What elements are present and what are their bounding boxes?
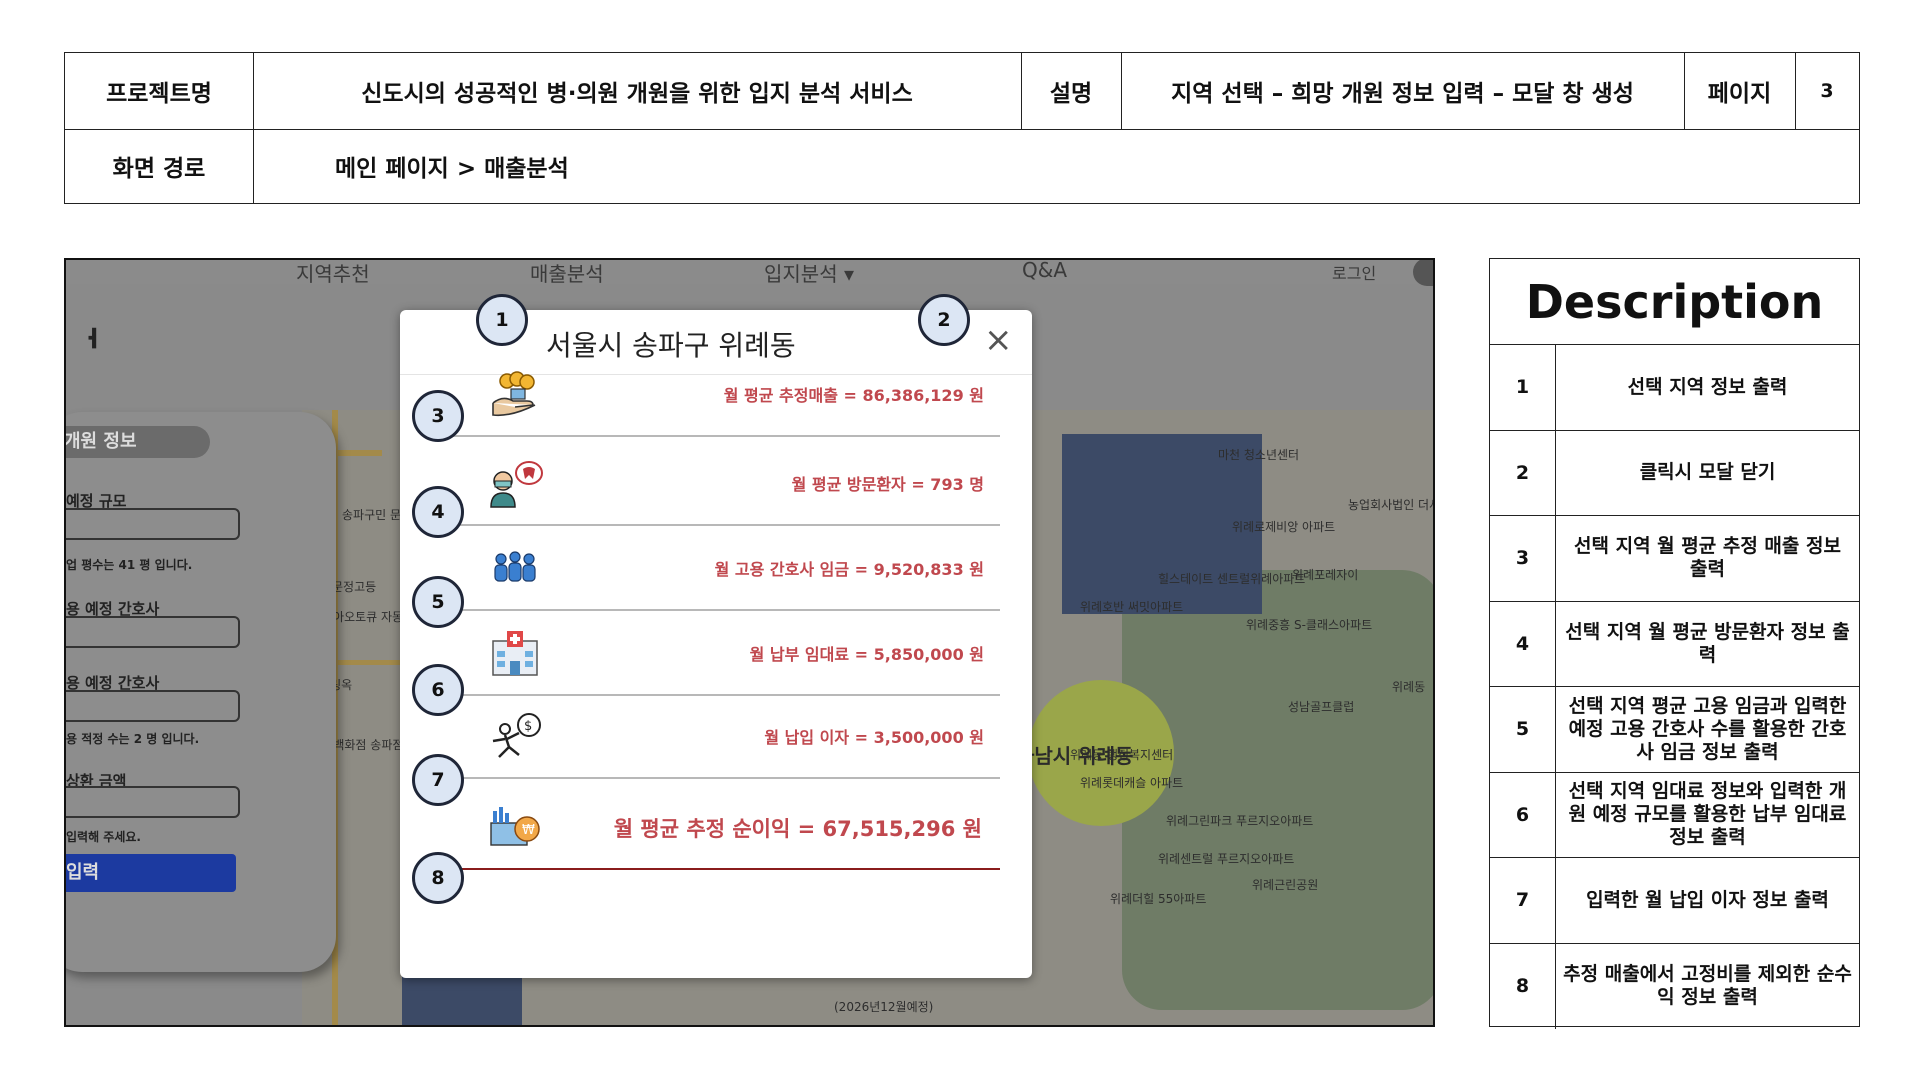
net-profit-value: 월 평균 추정 순이익 = 67,515,296 원 [613, 817, 982, 841]
description-text: 선택 지역 평균 고용 임금과 입력한 예정 고용 간호사 수를 활용한 간호사… [1568, 694, 1847, 763]
opening-info-panel: 개원 정보 예정 규모 업 평수는 41 평 입니다. 용 예정 간호사 용 예… [66, 412, 336, 972]
description-row: 7 입력한 월 납입 이자 정보 출력 [1490, 858, 1859, 944]
page-label: 페이지 [1707, 81, 1772, 107]
modal-row-sales: 월 평균 추정매출 = 86,386,129 원 [434, 346, 1000, 437]
map-label: 위례로제비앙 아파트 [1232, 520, 1336, 534]
map-label: 농업회사법인 더사계 [1348, 498, 1433, 512]
description-num: 6 [1490, 772, 1556, 857]
description-row: 6 선택 지역 임대료 정보와 입력한 개원 예정 규모를 활용한 납부 임대료 … [1490, 772, 1859, 858]
map-label: 위례동 [1392, 680, 1426, 694]
description-row: 2 클릭시 모달 닫기 [1490, 430, 1859, 516]
path-label: 화면 경로 [112, 156, 206, 182]
patients-value: 월 평균 방문환자 = 793 명 [791, 475, 984, 494]
description-text: 선택 지역 정보 출력 [1627, 375, 1788, 398]
nav-qna[interactable]: Q&A [1022, 260, 1067, 282]
badge-3: 3 [412, 390, 464, 442]
repayment-input[interactable] [66, 786, 240, 818]
badge-7: 7 [412, 754, 464, 806]
svg-text:₩: ₩ [522, 823, 535, 838]
map-label: 문정고등 [332, 580, 377, 594]
desc-label: 설명 [1049, 81, 1093, 107]
map-label: 위례동 행정복지센터 [1070, 748, 1174, 762]
nurse-hint: 용 적정 수는 2 명 입니다. [66, 732, 200, 746]
repayment-hint: 입력해 주세요. [66, 830, 141, 844]
scale-hint: 업 평수는 41 평 입니다. [66, 558, 193, 572]
modal-row-rent: 월 납부 임대료 = 5,850,000 원 [434, 605, 1000, 696]
description-row: 3 선택 지역 월 평균 추정 매출 정보 출력 [1490, 516, 1859, 602]
profit-icon: ₩ [484, 803, 546, 853]
background-page-title: ᅥ [66, 325, 101, 369]
nurse-input[interactable] [66, 616, 240, 648]
map-label: 위례롯데캐슬 아파트 [1080, 776, 1184, 790]
nurse-input-2[interactable] [66, 690, 240, 722]
doctor-icon [484, 459, 546, 509]
description-row: 5 선택 지역 평균 고용 임금과 입력한 예정 고용 간호사 수를 활용한 간호… [1490, 687, 1859, 773]
modal-row-interest: $ 월 납입 이자 = 3,500,000 원 [434, 688, 1000, 779]
rent-value: 월 납부 임대료 = 5,850,000 원 [749, 645, 984, 664]
map-label: 마천 청소년센터 [1218, 448, 1300, 462]
panel-title: 개원 정보 [66, 426, 210, 458]
description-text: 선택 지역 임대료 정보와 입력한 개원 예정 규모를 활용한 납부 임대료 정… [1568, 780, 1847, 849]
map-label: 위례호반 써밋아파트 [1080, 600, 1184, 614]
description-num: 2 [1490, 430, 1556, 515]
app-screenshot: 지역추천 매출분석 입지분석 ▾ Q&A 로그인 ᅥ 하남시 위례동 위례포레자… [64, 258, 1435, 1027]
modal-row-net-profit: ₩ 월 평균 추정 순이익 = 67,515,296 원 [434, 779, 1000, 870]
description-title: Description [1490, 259, 1859, 345]
map-label: 위례더힐 55아파트 [1110, 892, 1207, 906]
badge-5: 5 [412, 576, 464, 628]
nav-sales-analysis[interactable]: 매출분석 [530, 260, 604, 287]
login-toggle[interactable] [1413, 260, 1433, 286]
description-num: 8 [1490, 943, 1556, 1029]
modal-row-patients: 월 평균 방문환자 = 793 명 [434, 435, 1000, 526]
map-label: 성남골프클럽 [1288, 700, 1355, 714]
badge-8: 8 [412, 852, 464, 904]
page-number: 3 [1820, 80, 1834, 102]
description-num: 1 [1490, 345, 1556, 430]
map-label: 위례센트럴 푸르지오아파트 [1158, 852, 1295, 866]
project-name: 신도시의 성공적인 병·의원 개원을 위한 입지 분석 서비스 [361, 81, 913, 107]
description-text: 선택 지역 월 평균 방문환자 정보 출력 [1565, 620, 1850, 666]
map-label: 힐스테이트 센트럴위례아파트 [1158, 572, 1306, 586]
description-num: 3 [1490, 516, 1556, 601]
description-num: 5 [1490, 687, 1556, 772]
desc-value: 지역 선택 – 희망 개원 정보 입력 – 모달 창 생성 [1171, 81, 1634, 107]
hospital-icon [484, 629, 546, 679]
nav-region-recommend[interactable]: 지역추천 [296, 260, 370, 287]
description-table: Description 1 선택 지역 정보 출력 2 클릭시 모달 닫기 3 선택 … [1489, 258, 1860, 1029]
badge-1: 1 [476, 294, 528, 346]
modal-row-nurse-wage: 월 고용 간호사 임금 = 9,520,833 원 [434, 520, 1000, 611]
nav-location-analysis[interactable]: 입지분석 ▾ [764, 260, 854, 287]
svg-text:$: $ [524, 719, 532, 734]
description-row: 4 선택 지역 월 평균 방문환자 정보 출력 [1490, 601, 1859, 687]
description-text: 입력한 월 납입 이자 정보 출력 [1586, 888, 1829, 911]
badge-4: 4 [412, 486, 464, 538]
money-hand-icon [484, 370, 546, 420]
badge-2: 2 [918, 294, 970, 346]
scale-input[interactable] [66, 508, 240, 540]
header-table: 프로젝트명 신도시의 성공적인 병·의원 개원을 위한 입지 분석 서비스 설명… [64, 52, 1860, 204]
map-label: 위례근린공원 [1252, 878, 1319, 892]
description-text: 클릭시 모달 닫기 [1639, 461, 1776, 484]
description-num: 4 [1490, 601, 1556, 686]
submit-button[interactable]: 입력 [66, 854, 236, 892]
project-label: 프로젝트명 [106, 81, 212, 107]
result-modal: 서울시 송파구 위례동 × 월 평균 추정매출 = 86,386,129 원 월… [400, 310, 1032, 978]
description-text: 선택 지역 월 평균 추정 매출 정보 출력 [1574, 535, 1841, 581]
map-label: 위례그린파크 푸르지오아파트 [1166, 814, 1314, 828]
nurse-wage-value: 월 고용 간호사 임금 = 9,520,833 원 [714, 560, 984, 579]
map-label: (2026년12월예정) [834, 1000, 934, 1014]
nav-bar: 지역추천 매출분석 입지분석 ▾ Q&A 로그인 [66, 260, 1433, 287]
path-value: 메인 페이지 > 매출분석 [335, 156, 569, 182]
description-text: 추정 매출에서 고정비를 제외한 순수익 정보 출력 [1563, 963, 1852, 1009]
nurses-icon [484, 544, 546, 594]
running-money-icon: $ [484, 712, 546, 762]
description-num: 7 [1490, 858, 1556, 943]
description-row: 1 선택 지역 정보 출력 [1490, 345, 1859, 431]
sales-value: 월 평균 추정매출 = 86,386,129 원 [723, 386, 984, 405]
map-label: 위례중흥 S-클래스아파트 [1246, 618, 1373, 632]
interest-value: 월 납입 이자 = 3,500,000 원 [764, 728, 984, 747]
nav-login[interactable]: 로그인 [1332, 260, 1376, 284]
badge-6: 6 [412, 664, 464, 716]
description-row: 8 추정 매출에서 고정비를 제외한 순수익 정보 출력 [1490, 943, 1859, 1029]
